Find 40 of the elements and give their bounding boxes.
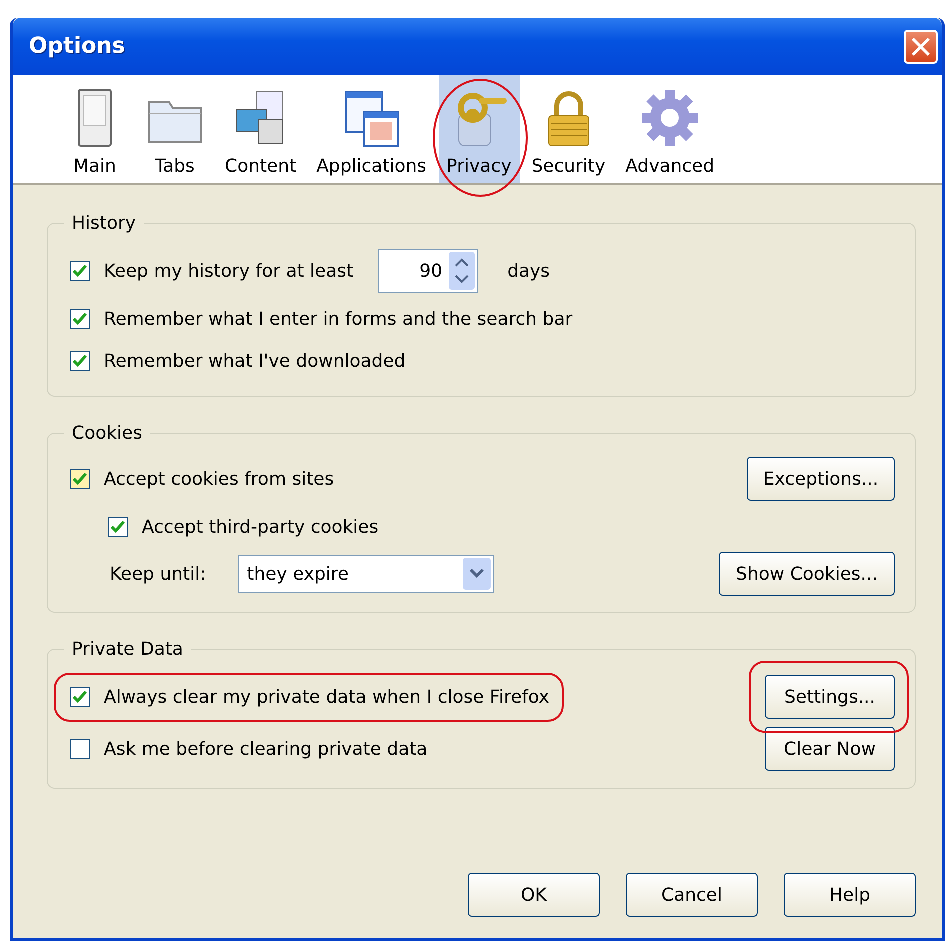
checkbox[interactable]	[108, 517, 128, 537]
close-icon	[910, 36, 932, 58]
checkbox[interactable]	[70, 309, 90, 329]
checkbox[interactable]	[70, 351, 90, 371]
dialog-button[interactable]: Cancel	[626, 873, 758, 917]
checkbox-label: Ask me before clearing private data	[104, 738, 428, 760]
checkbox-label: Accept cookies from sites	[104, 468, 334, 490]
gear-icon	[640, 88, 700, 148]
checkbox[interactable]	[70, 687, 90, 707]
dialog-button[interactable]: OK	[468, 873, 600, 917]
group-title: Cookies	[71, 423, 144, 444]
clear-now-button[interactable]: Clear Now	[765, 727, 895, 771]
toolbar-tab[interactable]: Applications	[308, 75, 435, 183]
show-cookies-button[interactable]: Show Cookies...	[719, 552, 895, 596]
checkbox-label: Always clear my private data when I close Firefox	[104, 686, 550, 708]
toolbar-tab[interactable]: Content	[217, 75, 305, 183]
close-button[interactable]	[904, 30, 938, 64]
checkbox-label: Remember what I enter in forms and the search bar	[104, 308, 573, 330]
field-label: Keep until:	[110, 564, 206, 584]
spinner-arrows-icon[interactable]	[448, 252, 475, 290]
toolbar-tab[interactable]: Main	[57, 75, 133, 183]
toolbar-tab[interactable]: Advanced	[618, 75, 723, 183]
dialog-button[interactable]: Help	[784, 873, 916, 917]
toolbar-tab[interactable]: Security	[524, 75, 614, 183]
exceptions-button[interactable]: Exceptions...	[747, 457, 895, 501]
window-title: Options	[29, 34, 126, 59]
checkbox[interactable]	[70, 261, 90, 281]
checkbox-label: Accept third-party cookies	[142, 516, 379, 538]
unit-label: days	[508, 260, 550, 282]
toolbar-tab[interactable]: Tabs	[137, 75, 213, 183]
settings-button[interactable]: Settings...	[765, 675, 895, 719]
checkbox[interactable]	[70, 739, 90, 759]
number-field[interactable]: 90	[378, 249, 478, 293]
checkbox[interactable]	[70, 469, 90, 489]
group-title: Private Data	[71, 639, 184, 660]
checkbox-label: Keep my history for at least	[104, 260, 354, 282]
dropdown[interactable]: they expire	[238, 555, 494, 593]
toolbar-tab[interactable]: Privacy	[438, 75, 520, 183]
checkbox-label: Remember what I've downloaded	[104, 350, 406, 372]
group-title: History	[71, 213, 138, 234]
